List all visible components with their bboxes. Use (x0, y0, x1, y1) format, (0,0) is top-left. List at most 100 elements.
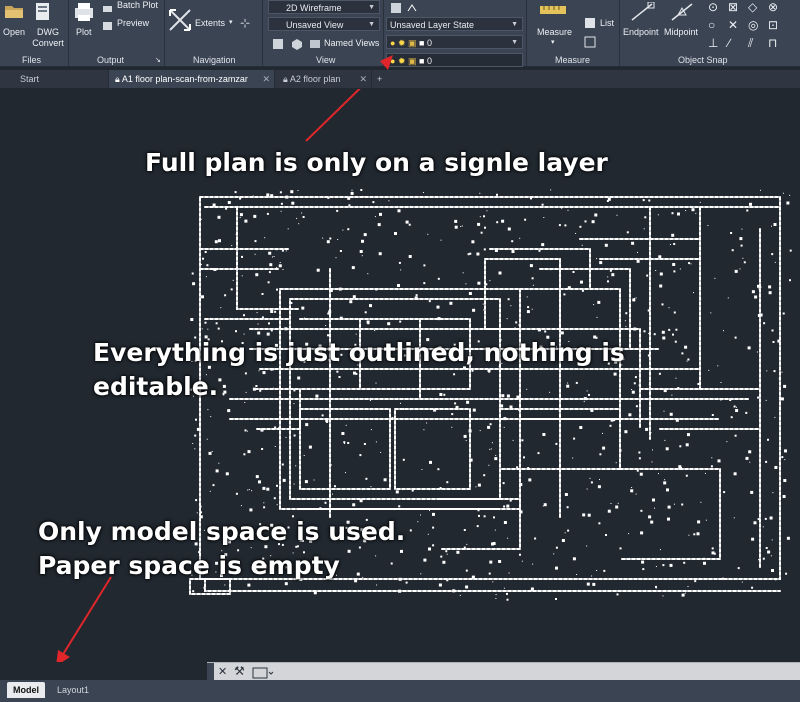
viewport-icon[interactable] (272, 37, 284, 49)
new-tab-button[interactable]: + (373, 70, 391, 88)
scan-speckle (192, 443, 194, 444)
parallel-snap-icon[interactable]: ∕ (728, 36, 730, 50)
quadrant-snap-icon[interactable]: ◇ (748, 0, 757, 14)
scan-speckle (681, 593, 685, 597)
scan-speckle (609, 424, 612, 427)
drawing-canvas[interactable]: Full plan is only on a signle layer Ever… (0, 89, 800, 662)
close-tab-icon[interactable]: ✕ (262, 70, 270, 88)
dwg-convert-icon[interactable] (34, 2, 52, 22)
scan-speckle (759, 433, 761, 435)
batch-plot-button[interactable]: Batch Plot (117, 0, 158, 10)
scan-speckle (648, 332, 650, 334)
tab-a2-floor-plan[interactable]: 🔒︎ A2 floor plan ✕ (277, 70, 372, 88)
scan-speckle (452, 589, 456, 593)
scan-speckle (747, 346, 751, 350)
insertion-snap-icon[interactable]: ✕ (728, 18, 738, 32)
navigation-panel-label: Navigation (193, 55, 236, 65)
endpoint-icon[interactable] (628, 1, 656, 22)
output-expand-icon[interactable]: ↘ (155, 56, 161, 64)
extents-caret-icon[interactable]: ▾ (229, 18, 233, 26)
command-line-grip[interactable] (207, 663, 214, 681)
center-snap-icon[interactable]: ⊙ (708, 0, 718, 14)
scan-speckle (269, 263, 273, 267)
scan-speckle (704, 472, 706, 474)
scan-speckle (351, 266, 355, 270)
scan-speckle (304, 480, 308, 484)
scan-speckle (596, 316, 598, 318)
scan-speckle (598, 522, 601, 525)
scan-speckle (720, 399, 722, 401)
id-point-icon[interactable] (584, 35, 596, 48)
scan-speckle (347, 442, 350, 444)
perpendicular-snap-icon[interactable]: ⊥ (708, 36, 718, 50)
close-tab-icon[interactable]: ✕ (359, 70, 367, 88)
named-views-button[interactable]: Named Views (324, 38, 379, 48)
measure-caret-icon[interactable]: ▾ (551, 38, 555, 46)
scan-speckle (641, 560, 645, 564)
customize-wrench-icon[interactable]: ⚒ (234, 664, 245, 678)
scan-speckle (635, 493, 637, 495)
visual-style-dropdown[interactable]: 2D Wireframe ▼ (268, 0, 380, 14)
batch-plot-icon (102, 1, 113, 12)
scan-speckle (668, 307, 670, 309)
command-line[interactable]: ✕ ⚒ (207, 662, 800, 681)
scan-speckle (727, 297, 729, 299)
scan-speckle (270, 329, 273, 332)
open-icon[interactable] (3, 2, 25, 20)
scan-speckle (356, 572, 360, 576)
orbit-icon[interactable]: ⊹ (240, 16, 250, 30)
plot-button[interactable]: Plot (76, 27, 92, 37)
scan-speckle (254, 253, 256, 255)
scan-speckle (398, 505, 401, 508)
scan-speckle (784, 459, 786, 461)
midpoint-icon[interactable] (668, 2, 696, 22)
nearest-snap-icon[interactable]: ⊡ (768, 18, 778, 32)
list-button[interactable]: List (600, 18, 614, 28)
preview-button[interactable]: Preview (117, 18, 149, 28)
view-cube-icon[interactable] (291, 37, 303, 50)
plot-icon[interactable] (72, 2, 96, 22)
scan-speckle (325, 325, 327, 326)
dwg-convert-button[interactable]: DWG Convert (30, 27, 66, 49)
layer-list-item[interactable]: ● ✹ ▣ ■ 0 (386, 53, 523, 67)
scan-speckle (494, 529, 496, 531)
scan-speckle (655, 587, 657, 589)
scan-speckle (575, 381, 578, 384)
scan-speckle (789, 194, 791, 196)
tab-start[interactable]: Start (14, 70, 109, 88)
scan-speckle (597, 485, 601, 489)
scan-speckle (644, 216, 647, 219)
scan-speckle (693, 292, 694, 294)
files-panel-label: Files (22, 55, 42, 65)
command-history-icon[interactable] (252, 666, 274, 679)
midpoint-button[interactable]: Midpoint (664, 27, 698, 37)
intersection-snap-icon[interactable]: ⊗ (768, 0, 778, 14)
layer-state-dropdown[interactable]: Unsaved Layer State ▼ (386, 17, 523, 31)
endpoint-button[interactable]: Endpoint (623, 27, 659, 37)
scan-speckle (348, 204, 351, 207)
tab-model[interactable]: Model (7, 682, 45, 698)
saved-view-dropdown[interactable]: Unsaved View ▼ (268, 17, 380, 31)
snap-settings-icon[interactable]: ⊓ (768, 36, 777, 50)
scan-speckle (711, 547, 714, 550)
apparent-snap-icon[interactable]: ⫽ (748, 36, 753, 51)
extents-icon[interactable] (168, 8, 192, 32)
extents-button[interactable]: Extents (195, 18, 225, 28)
layer-properties-icon[interactable] (390, 1, 420, 13)
scan-speckle (527, 467, 530, 469)
measure-button[interactable]: Measure (537, 27, 572, 37)
scan-speckle (455, 405, 459, 409)
scan-speckle (667, 517, 670, 521)
open-button[interactable]: Open (3, 27, 25, 37)
scan-speckle (471, 369, 474, 372)
layer-color-swatch: ■ (419, 38, 425, 48)
scan-speckle (526, 310, 530, 314)
tab-layout1[interactable]: Layout1 (51, 682, 95, 698)
tangent-snap-icon[interactable]: ◎ (748, 18, 758, 32)
tab-a1-floor-plan[interactable]: 🔒︎ A1 floor plan-scan-from-zamzar ✕ (109, 70, 275, 88)
close-command-line-icon[interactable]: ✕ (218, 665, 227, 678)
extension-snap-icon[interactable]: ○ (708, 18, 715, 32)
scan-speckle (215, 322, 218, 325)
layer-dropdown[interactable]: ● ✹ ▣ ■ 0 ▼ (386, 35, 523, 49)
node-snap-icon[interactable]: ⊠ (728, 0, 738, 14)
